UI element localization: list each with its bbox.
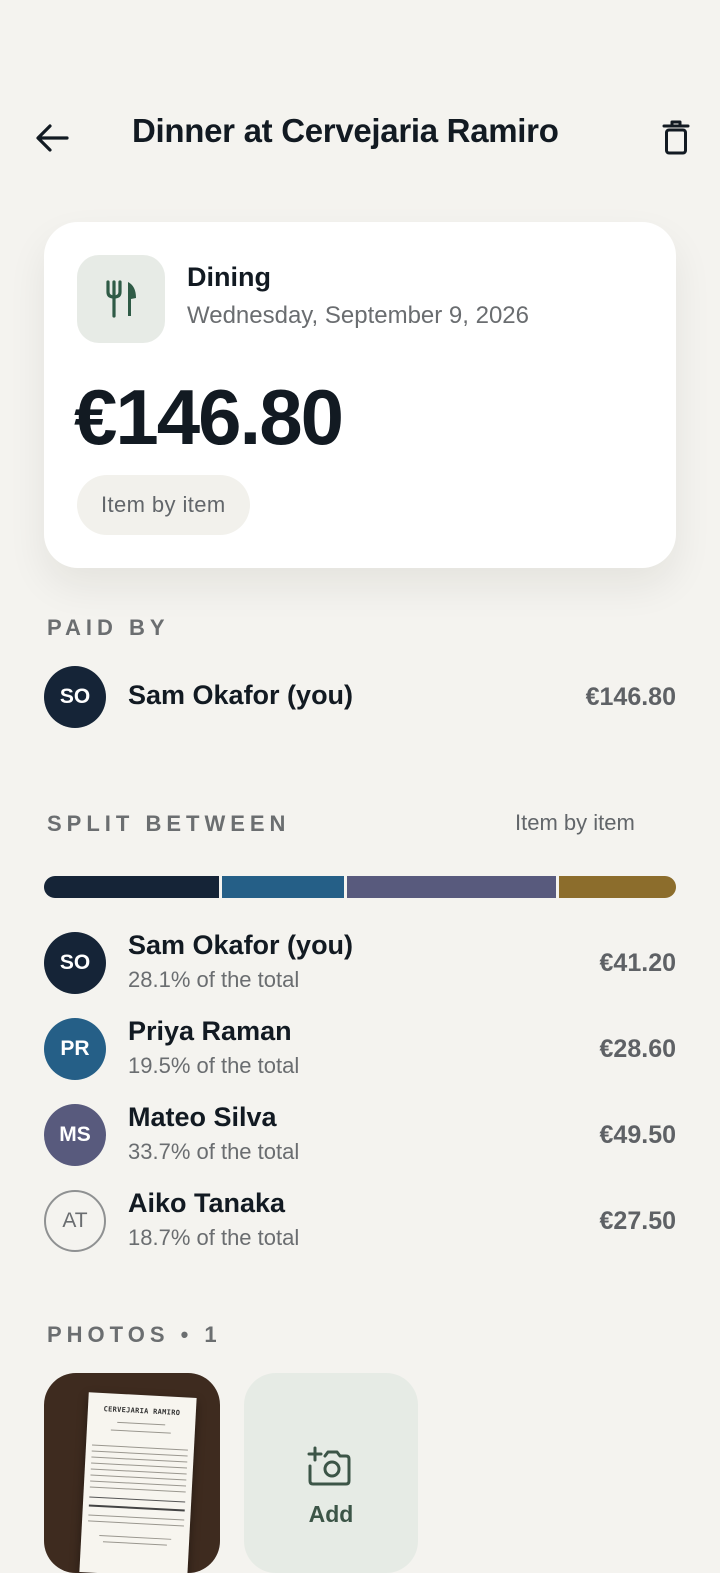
split-mode-label: Item by item (515, 810, 635, 835)
category-icon-tile (77, 255, 165, 343)
add-photo-button[interactable]: Add (244, 1373, 418, 1573)
avatar: SO (44, 932, 106, 994)
participant-amount: €28.60 (599, 1035, 676, 1063)
add-photo-label: Add (308, 1501, 354, 1527)
expense-summary-card: Dining Wednesday, September 9, 2026 €146… (44, 222, 676, 568)
participant-name: Mateo Silva (128, 1102, 277, 1132)
photos-heading: PHOTOS • 1 (47, 1322, 222, 1347)
trash-icon (662, 120, 690, 155)
expense-amount: €146.80 (74, 373, 344, 461)
participant-name: Sam Okafor (you) (128, 930, 354, 960)
fork-knife-icon (106, 280, 136, 318)
participant-share: 18.7% of the total (128, 1225, 300, 1250)
participant-amount: €41.20 (599, 949, 676, 977)
participant-share: 19.5% of the total (128, 1053, 300, 1078)
split-share-bar (44, 876, 676, 898)
avatar: MS (44, 1104, 106, 1166)
payer-name: Sam Okafor (you) (128, 680, 354, 710)
share-bar-segment (44, 876, 220, 898)
paid-by-heading: PAID BY (47, 615, 170, 640)
category-name: Dining (187, 262, 271, 292)
participant-name: Aiko Tanaka (128, 1188, 286, 1218)
share-bar-segment (346, 876, 557, 898)
participant-share: 33.7% of the total (128, 1139, 300, 1164)
participant-share: 28.1% of the total (128, 967, 300, 992)
participant-amount: €49.50 (599, 1121, 676, 1149)
page-title: Dinner at Cervejaria Ramiro (132, 112, 559, 149)
avatar: PR (44, 1018, 106, 1080)
top-app-bar: Dinner at Cervejaria Ramiro (0, 100, 720, 172)
avatar: SO (44, 666, 106, 728)
payer-amount: €146.80 (585, 683, 676, 711)
arrow-left-icon (36, 124, 69, 152)
receipt-image: CERVEJARIA RAMIRO (79, 1392, 197, 1573)
receipt-photo-thumbnail[interactable]: CERVEJARIA RAMIRO (44, 1373, 220, 1573)
camera-plus-icon (307, 1446, 351, 1486)
share-bar-segment (559, 876, 676, 898)
participant-name: Priya Raman (128, 1016, 292, 1046)
delete-button[interactable] (652, 116, 700, 160)
split-method-chip: Item by item (77, 475, 250, 535)
avatar: AT (44, 1190, 106, 1252)
split-between-heading: SPLIT BETWEEN (47, 811, 291, 836)
participant-amount: €27.50 (599, 1207, 676, 1235)
expense-date: Wednesday, September 9, 2026 (187, 302, 529, 329)
share-bar-segment (222, 876, 344, 898)
receipt-title: CERVEJARIA RAMIRO (103, 1405, 181, 1418)
back-button[interactable] (30, 118, 74, 158)
